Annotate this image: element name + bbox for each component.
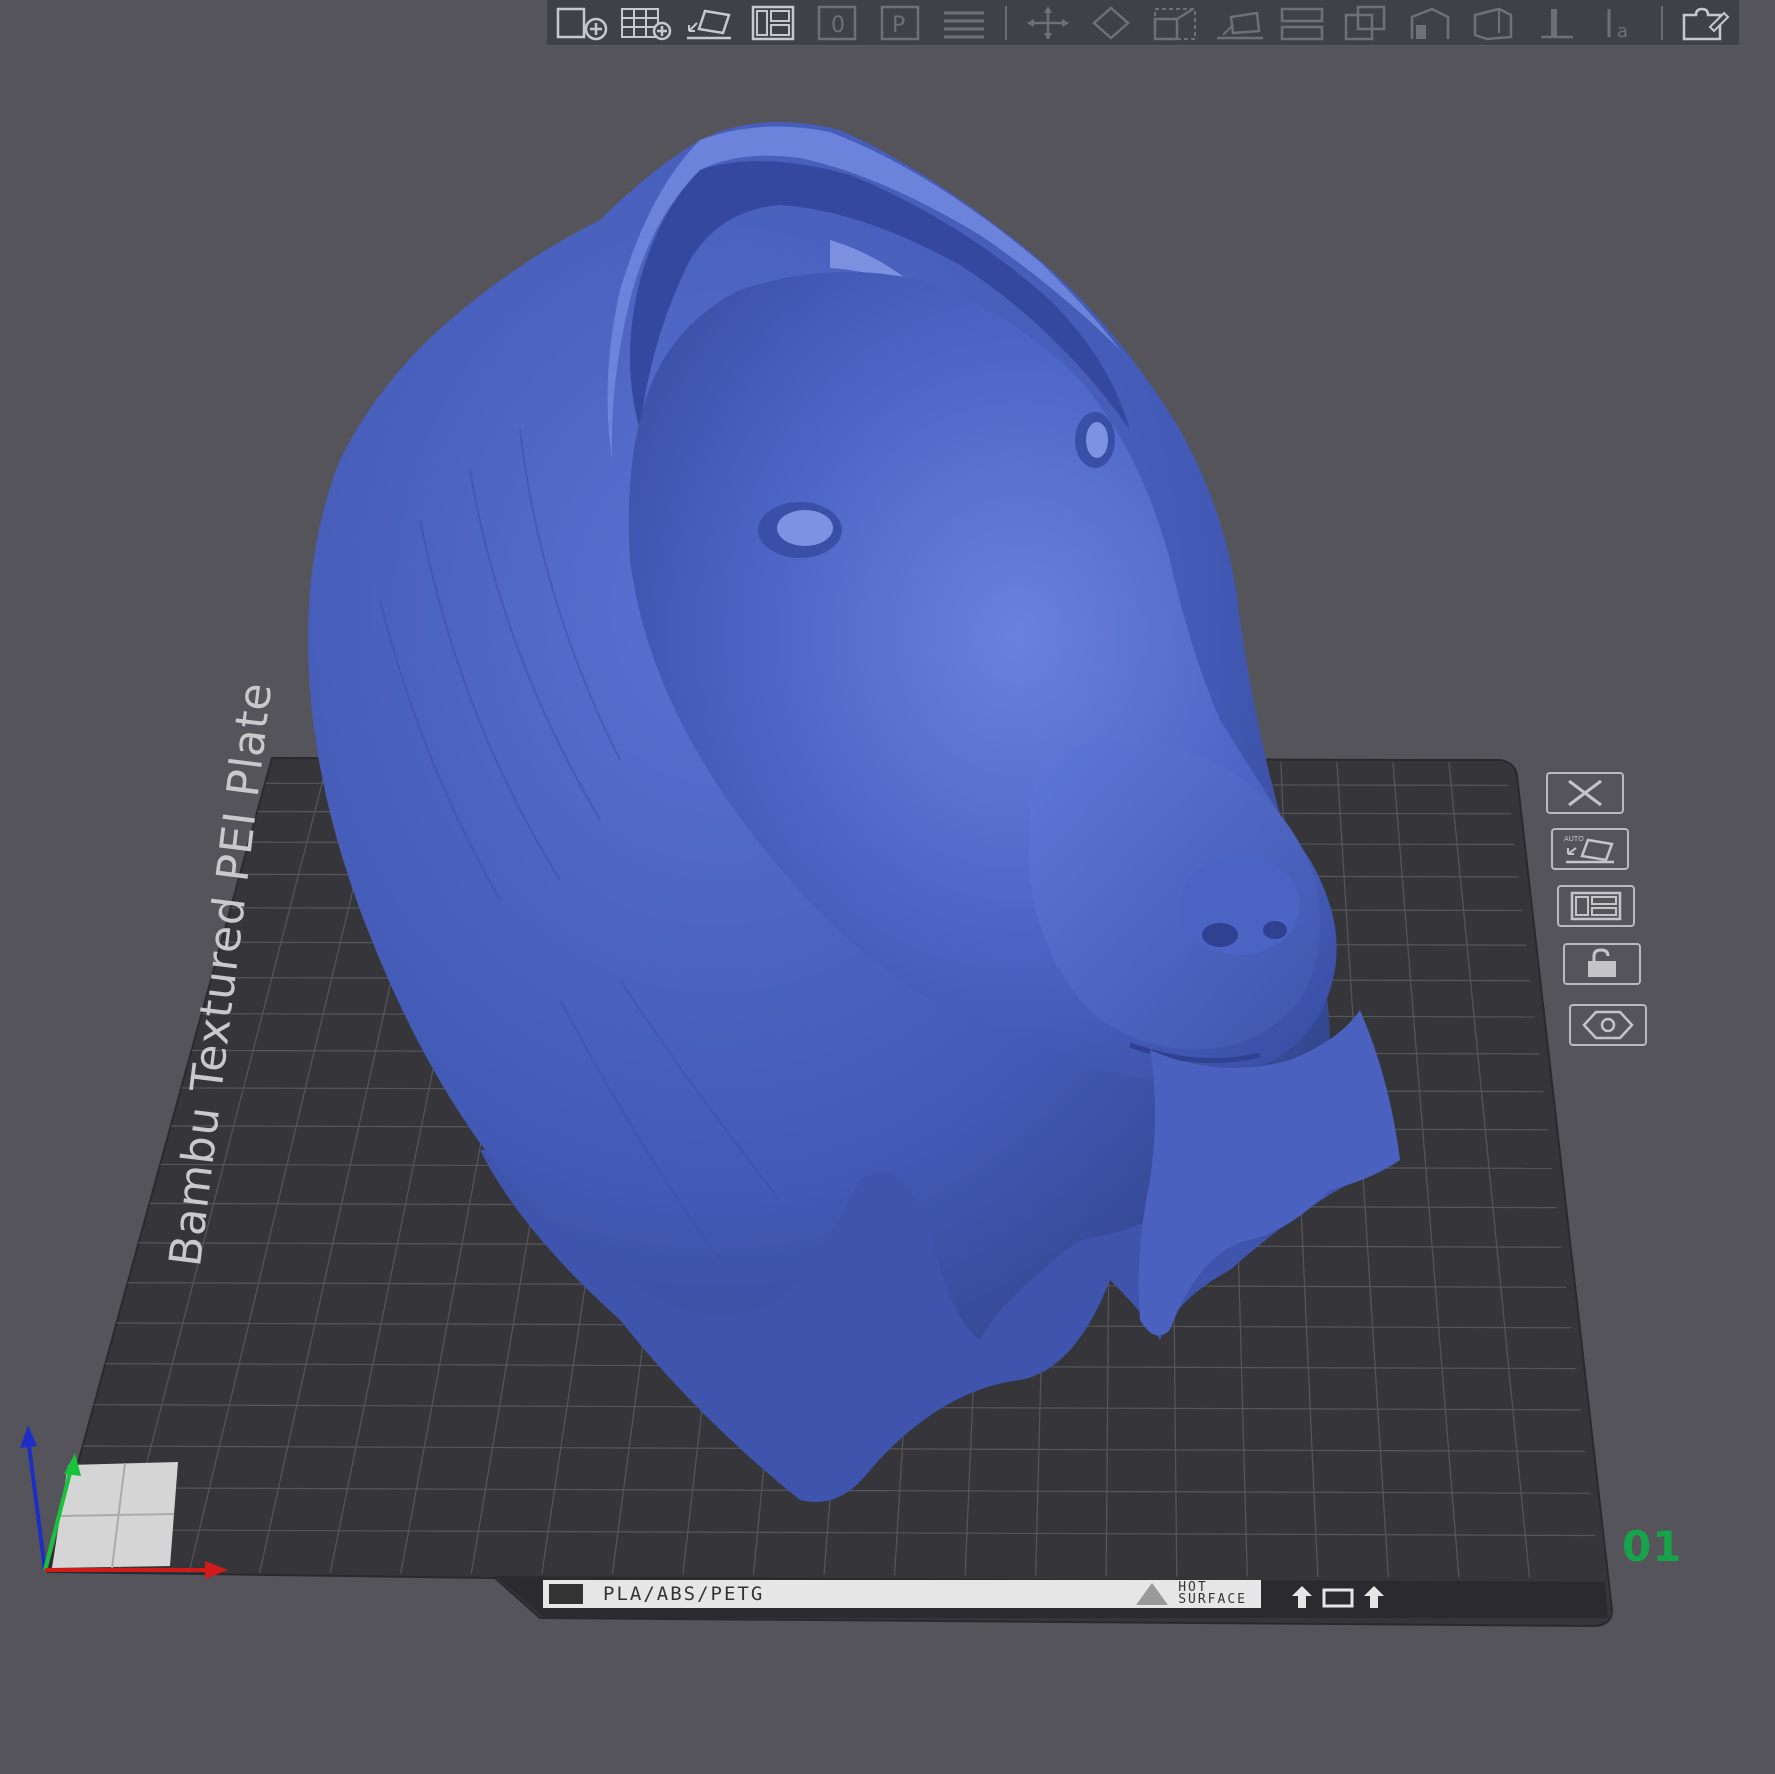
lay-on-face-button[interactable] (1210, 3, 1268, 43)
scene-canvas[interactable] (0, 0, 1775, 1774)
seam-paint-icon (1473, 7, 1513, 40)
toolbar-separator (1661, 5, 1664, 40)
color-paint-icon (1540, 8, 1573, 38)
close-icon (1568, 779, 1602, 807)
unlock-icon (1588, 948, 1616, 977)
move-button[interactable] (1019, 3, 1077, 43)
model-eye-right (1075, 412, 1115, 468)
auto-orient-icon (687, 9, 732, 39)
boolean-button[interactable] (1337, 3, 1395, 43)
arrange-icon (751, 5, 795, 40)
cut-button[interactable] (1273, 3, 1331, 43)
rotate-button[interactable] (1082, 3, 1140, 43)
add-object-button[interactable] (553, 3, 611, 43)
plate-settings-button[interactable] (1569, 1004, 1647, 1046)
arrange-icon (1570, 891, 1622, 921)
split-parts-button[interactable]: P (871, 3, 929, 43)
svg-text:0: 0 (831, 13, 845, 38)
assembly-icon (1682, 7, 1730, 40)
hot-surface-line2: SURFACE (1178, 1592, 1247, 1607)
support-paint-button[interactable] (1401, 3, 1459, 43)
plate-settings-icon (1582, 1010, 1634, 1040)
split-parts-icon: P (880, 5, 920, 40)
bambu-logo-icon (549, 1584, 583, 1604)
assembly-button[interactable] (1675, 3, 1733, 43)
split-objects-button[interactable]: 0 (808, 3, 866, 43)
layers-button[interactable] (935, 3, 993, 43)
origin-marker (52, 1462, 178, 1569)
scale-button[interactable] (1146, 3, 1204, 43)
main-toolbar: 0 P a (547, 0, 1739, 46)
lay-on-face-icon (1216, 11, 1263, 39)
warning-triangle-icon (1136, 1583, 1169, 1605)
add-plate-icon (620, 7, 671, 40)
plate-number: 01 (1622, 1522, 1683, 1571)
layers-icon (943, 11, 984, 38)
text-icon: a (1607, 8, 1628, 41)
plate-filament-text: PLA/ABS/PETG (603, 1583, 765, 1605)
seam-paint-button[interactable] (1464, 3, 1522, 43)
auto-badge: AUTO (1564, 835, 1584, 843)
support-paint-icon (1410, 7, 1449, 39)
plate-info-strip: PLA/ABS/PETG HOT SURFACE (543, 1580, 1261, 1608)
3d-viewport[interactable]: Bambu Textured PEI Plate PLA/ABS/PETG HO… (0, 0, 1775, 1774)
move-icon (1026, 5, 1069, 40)
auto-orient-icon: AUTO (1564, 835, 1614, 864)
plate-delete-button[interactable] (1546, 772, 1624, 814)
toolbar-separator (1004, 5, 1007, 40)
arrange-button[interactable] (744, 3, 802, 43)
scale-icon (1153, 7, 1196, 40)
plate-arrange-button[interactable] (1557, 885, 1635, 927)
rotate-icon (1092, 5, 1131, 40)
plate-orientation-icon (1292, 1586, 1384, 1608)
svg-text:a: a (1617, 21, 1628, 41)
plate-auto-orient-button[interactable]: AUTO (1551, 828, 1629, 870)
hot-surface-warning: HOT SURFACE (1136, 1581, 1247, 1607)
plate-strip-icons (1290, 1584, 1390, 1610)
model-eye-left (758, 502, 842, 558)
svg-text:P: P (892, 13, 905, 38)
plate-lock-button[interactable] (1563, 943, 1641, 985)
color-paint-button[interactable] (1528, 3, 1586, 43)
text-button[interactable]: a (1592, 3, 1650, 43)
split-objects-icon: 0 (817, 5, 856, 40)
add-cube-icon (556, 7, 608, 40)
boolean-icon (1344, 5, 1386, 40)
auto-orient-button[interactable] (680, 3, 738, 43)
add-plate-button[interactable] (617, 3, 675, 43)
cut-icon (1280, 7, 1324, 40)
